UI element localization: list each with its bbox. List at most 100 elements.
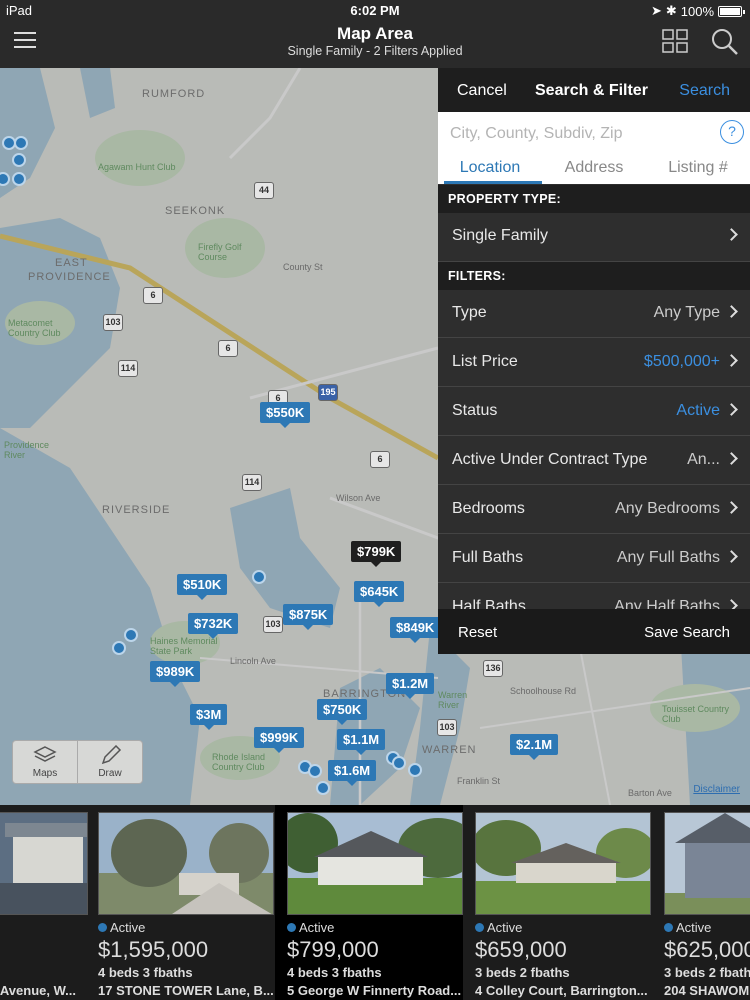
price-pin[interactable]: $750K xyxy=(317,699,368,725)
map-label: Franklin St xyxy=(457,776,501,786)
map-label: SEEKONK xyxy=(165,205,226,217)
property-type-header: PROPERTY TYPE: xyxy=(438,185,750,213)
price-pin[interactable]: $550K xyxy=(260,402,311,428)
map-label: County St xyxy=(283,262,323,272)
location-search-input[interactable] xyxy=(450,122,710,146)
filter-value: Any Type xyxy=(653,304,720,321)
route-shield: 103 xyxy=(103,314,123,331)
map-marker-dot[interactable] xyxy=(112,641,126,655)
filter-label: Status xyxy=(452,402,498,419)
map-label: Warren River xyxy=(438,690,468,710)
listing-beds: 3 beds 2 fbaths xyxy=(475,965,570,980)
price-pin[interactable]: $1.6M xyxy=(328,760,377,786)
filter-label: Active Under Contract Type xyxy=(452,451,648,468)
map-label: Firefly Golf Course xyxy=(198,242,242,262)
filter-value: Any Bedrooms xyxy=(615,500,720,517)
filter-row-full-baths[interactable]: Full Baths Any Full Baths xyxy=(438,535,750,583)
listing-card[interactable]: Active $625,000 3 beds 2 fbaths 204 SHAW… xyxy=(652,805,750,1000)
listing-address: t Avenue, W... xyxy=(0,983,76,998)
location-icon: ➤ xyxy=(650,3,662,18)
property-type-row[interactable]: Single Family xyxy=(438,213,750,262)
listing-card[interactable]: Active $1,595,000 4 beds 3 fbaths 17 STO… xyxy=(86,805,274,1000)
listing-beds: 4 beds 3 fbaths xyxy=(287,965,382,980)
draw-button[interactable]: Draw xyxy=(77,741,142,783)
tab-listing-number[interactable]: Listing # xyxy=(646,156,750,184)
filter-row-list-price[interactable]: List Price $500,000+ xyxy=(438,339,750,387)
filter-row-type[interactable]: Type Any Type xyxy=(438,290,750,338)
filter-label: Full Baths xyxy=(452,549,524,566)
price-pin[interactable]: $999K xyxy=(254,727,305,753)
listing-status: Active xyxy=(475,920,651,935)
reset-button[interactable]: Reset xyxy=(458,624,497,641)
map-marker-dot[interactable] xyxy=(12,172,26,186)
tab-location[interactable]: Location xyxy=(438,156,542,184)
listing-status: Active xyxy=(287,920,463,935)
map-label: Schoolhouse Rd xyxy=(510,686,577,696)
map-label: RIVERSIDE xyxy=(102,504,171,516)
chevron-right-icon xyxy=(725,228,738,241)
maps-button[interactable]: Maps xyxy=(13,741,77,783)
map-marker-dot[interactable] xyxy=(308,764,322,778)
listing-price: $659,000 xyxy=(475,937,567,962)
price-pin[interactable]: $989K xyxy=(150,661,201,687)
chevron-right-icon xyxy=(725,452,738,465)
price-pin[interactable]: $3M xyxy=(190,704,228,730)
listing-beds: 3 beds 2 fbaths xyxy=(664,965,750,980)
search-button[interactable]: Search xyxy=(679,82,730,100)
price-pin[interactable]: $1.1M xyxy=(337,729,386,755)
price-pin[interactable]: $875K xyxy=(283,604,334,630)
route-shield: 6 xyxy=(143,287,163,304)
listing-card-selected[interactable]: Active $799,000 4 beds 3 fbaths 5 George… xyxy=(275,805,463,1000)
cancel-button[interactable]: Cancel xyxy=(457,82,507,100)
price-pin-selected[interactable]: $799K xyxy=(351,541,402,567)
listing-beds: 4 beds 3 fbaths xyxy=(98,965,193,980)
map-label: Rhode Island Country Club xyxy=(212,752,266,772)
listing-address: 4 Colley Court, Barrington... xyxy=(475,983,648,998)
filter-row-auc-type[interactable]: Active Under Contract Type An... xyxy=(438,437,750,485)
search-icon[interactable] xyxy=(711,28,739,56)
listing-card-partial[interactable]: . 0 s t Avenue, W... xyxy=(0,805,88,1000)
status-label: Active xyxy=(110,920,146,935)
status-dot-icon xyxy=(287,923,296,932)
map-marker-dot[interactable] xyxy=(124,628,138,642)
price-pin[interactable]: $849K xyxy=(390,617,441,643)
listing-status: Active xyxy=(98,920,274,935)
status-dot-icon xyxy=(475,923,484,932)
draw-label: Draw xyxy=(98,768,122,779)
tab-address[interactable]: Address xyxy=(542,156,646,184)
map-label: Wilson Ave xyxy=(336,493,381,503)
route-shield: 114 xyxy=(118,360,138,377)
panel-footer: Reset Save Search xyxy=(438,609,750,654)
listing-card[interactable]: Active $659,000 3 beds 2 fbaths 4 Colley… xyxy=(463,805,651,1000)
filter-label: Type xyxy=(452,304,487,321)
price-pin[interactable]: $510K xyxy=(177,574,228,600)
map-marker-dot[interactable] xyxy=(392,756,406,770)
map-marker-dot[interactable] xyxy=(14,136,28,150)
price-pin[interactable]: $732K xyxy=(188,613,239,639)
price-pin[interactable]: $645K xyxy=(354,581,405,607)
help-icon[interactable]: ? xyxy=(720,120,744,144)
map-marker-dot[interactable] xyxy=(316,781,330,795)
filter-value: Any Full Baths xyxy=(616,549,720,566)
listings-strip[interactable]: . 0 s t Avenue, W... Active $1,595,000 4… xyxy=(0,805,750,1000)
map-label: Providence River xyxy=(4,440,50,460)
map-marker-dot[interactable] xyxy=(252,570,266,584)
map-label: EAST xyxy=(55,257,88,269)
map-marker-dot[interactable] xyxy=(408,763,422,777)
listing-address: 204 SHAWOMET xyxy=(664,983,750,998)
disclaimer-link[interactable]: Disclaimer xyxy=(693,784,740,795)
save-search-button[interactable]: Save Search xyxy=(644,624,730,641)
status-bar: iPad 6:02 PM ➤ ✱ 100% xyxy=(0,0,750,22)
route-shield: 6 xyxy=(370,451,390,468)
price-pin[interactable]: $1.2M xyxy=(386,673,435,699)
map-marker-dot[interactable] xyxy=(12,153,26,167)
price-pin[interactable]: $2.1M xyxy=(510,734,559,760)
chevron-right-icon xyxy=(725,305,738,318)
filter-row-status[interactable]: Status Active xyxy=(438,388,750,436)
filter-row-bedrooms[interactable]: Bedrooms Any Bedrooms xyxy=(438,486,750,534)
filter-value: An... xyxy=(687,451,720,468)
route-shield: 195 xyxy=(318,384,338,401)
grid-view-icon[interactable] xyxy=(662,29,688,53)
property-type-value: Single Family xyxy=(452,227,549,244)
pencil-icon xyxy=(101,744,122,765)
